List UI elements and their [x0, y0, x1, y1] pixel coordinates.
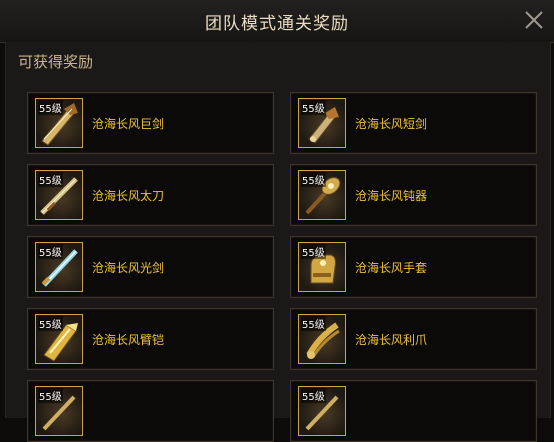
gauntlet-icon: 55级: [298, 242, 346, 292]
level-badge: 55级: [301, 100, 326, 115]
reward-item-name: 沧海长风钝器: [355, 189, 428, 203]
reward-item-name: 沧海长风太刀: [92, 189, 165, 203]
reward-item-name: 沧海长风短剑: [355, 117, 428, 131]
reward-item-name: 沧海长风利爪: [355, 333, 428, 347]
reward-item[interactable]: 55级 沧海长风钝器: [290, 164, 537, 226]
claw-icon: 55级: [298, 314, 346, 364]
level-badge: 55级: [38, 172, 63, 187]
arm-guard-icon: 55级: [35, 314, 83, 364]
level-badge: 55级: [38, 388, 63, 403]
reward-item-name: 沧海长风巨剑: [92, 117, 165, 131]
level-badge: 55级: [38, 100, 63, 115]
reward-item[interactable]: 55级 沧海长风太刀: [27, 164, 274, 226]
level-badge: 55级: [301, 316, 326, 331]
greatsword-icon: 55级: [35, 98, 83, 148]
level-badge: 55级: [38, 244, 63, 259]
weapon-icon: 55级: [298, 386, 346, 436]
reward-panel: 可获得奖励 55级 沧海长风巨剑 55级 沧海长风短剑 55级 沧海长风太刀 5…: [5, 42, 551, 442]
level-badge: 55级: [301, 244, 326, 259]
reward-item[interactable]: 55级 沧海长风利爪: [290, 308, 537, 370]
reward-item[interactable]: 55级 沧海长风光剑: [27, 236, 274, 298]
dialog-header: 团队模式通关奖励: [0, 0, 554, 43]
reward-item[interactable]: 55级: [27, 380, 274, 442]
lightsaber-icon: 55级: [35, 242, 83, 292]
reward-item-name: 沧海长风手套: [355, 261, 428, 275]
reward-item[interactable]: 55级 沧海长风手套: [290, 236, 537, 298]
level-badge: 55级: [301, 388, 326, 403]
blunt-weapon-icon: 55级: [298, 170, 346, 220]
reward-item[interactable]: 55级 沧海长风短剑: [290, 92, 537, 154]
level-badge: 55级: [38, 316, 63, 331]
reward-item-name: 沧海长风光剑: [92, 261, 165, 275]
dialog-title: 团队模式通关奖励: [205, 14, 349, 34]
reward-item[interactable]: 55级: [290, 380, 537, 442]
shortsword-icon: 55级: [298, 98, 346, 148]
reward-item[interactable]: 55级 沧海长风臂铠: [27, 308, 274, 370]
section-title: 可获得奖励: [18, 53, 94, 71]
close-button[interactable]: [520, 6, 548, 34]
weapon-icon: 55级: [35, 386, 83, 436]
katana-icon: 55级: [35, 170, 83, 220]
reward-item[interactable]: 55级 沧海长风巨剑: [27, 92, 274, 154]
reward-item-name: 沧海长风臂铠: [92, 333, 165, 347]
close-icon: [525, 11, 543, 29]
level-badge: 55级: [301, 172, 326, 187]
